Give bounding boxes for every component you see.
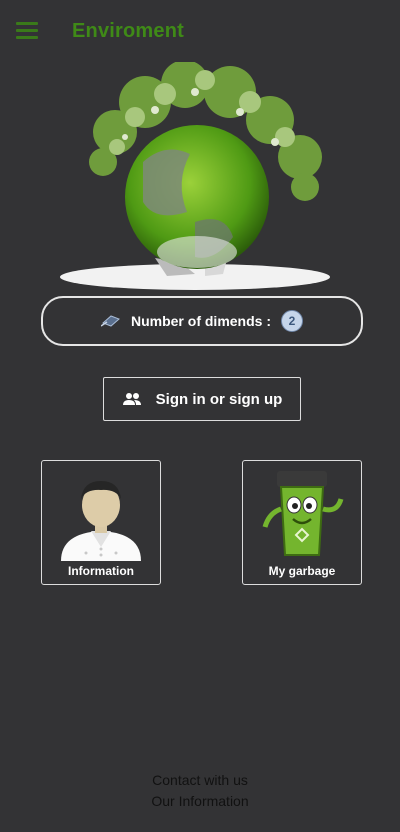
our-information-link[interactable]: Our Information [0, 791, 400, 812]
diamond-count-badge: 2 [281, 310, 303, 332]
earth-tree-illustration [60, 62, 330, 290]
sign-in-button[interactable]: Sign in or sign up [103, 377, 301, 421]
app-title: Enviroment [72, 20, 185, 42]
recycle-bin-icon [262, 471, 344, 556]
people-icon [122, 393, 141, 405]
information-label: Information [68, 564, 134, 578]
menu-icon[interactable] [16, 22, 38, 40]
counter-label: Number of dimends : [130, 313, 271, 329]
my-garbage-card[interactable]: My garbage [242, 460, 362, 585]
contact-link[interactable]: Contact with us [0, 770, 400, 791]
diamond-counter: Number of dimends : 2 [41, 296, 363, 346]
information-card[interactable]: Information [41, 460, 161, 585]
my-garbage-label: My garbage [268, 564, 336, 578]
footer: Contact with us Our Information [0, 770, 400, 812]
app-bar: Enviroment [0, 0, 400, 64]
person-icon [61, 481, 141, 561]
diamond-icon [100, 315, 120, 327]
sign-in-label: Sign in or sign up [155, 390, 283, 408]
